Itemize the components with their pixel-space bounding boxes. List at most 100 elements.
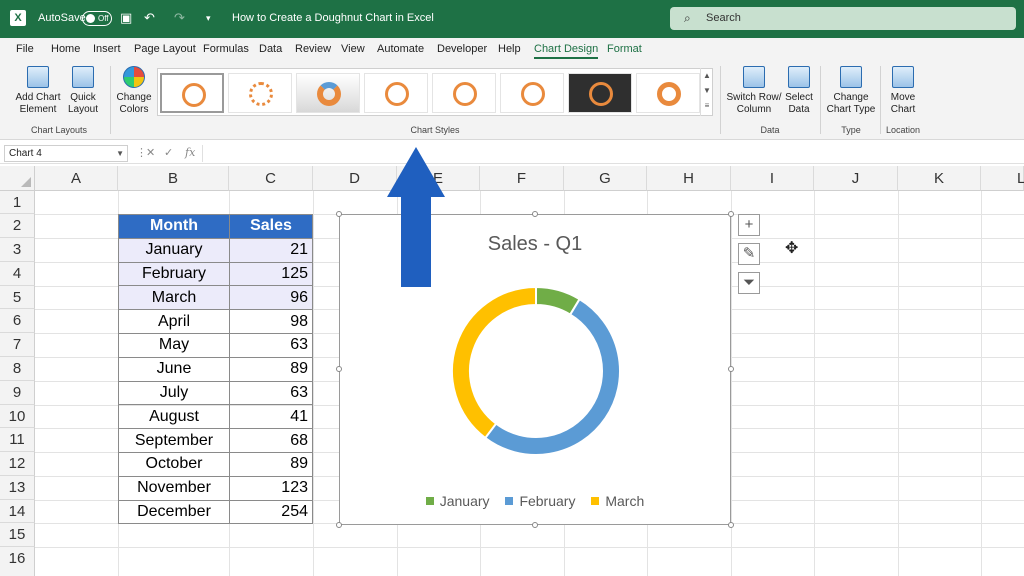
tab-automate[interactable]: Automate bbox=[377, 43, 424, 55]
month-cell[interactable]: June bbox=[118, 356, 230, 382]
month-cell[interactable]: March bbox=[118, 285, 230, 311]
document-title[interactable]: How to Create a Doughnut Chart in Excel bbox=[232, 12, 434, 24]
sales-cell[interactable]: 63 bbox=[229, 380, 313, 406]
row-header[interactable]: 2 bbox=[0, 214, 35, 238]
sales-cell[interactable]: 98 bbox=[229, 309, 313, 334]
undo-icon[interactable]: ↶ bbox=[144, 10, 155, 26]
resize-handle[interactable] bbox=[336, 211, 342, 217]
chart-style-8[interactable] bbox=[636, 73, 700, 113]
chart-styles-button[interactable]: ✎ bbox=[738, 243, 760, 265]
cancel-icon[interactable]: ✕ bbox=[146, 146, 155, 159]
more-styles-icon[interactable]: ≡ bbox=[701, 98, 713, 113]
switch-row-column-button[interactable]: Switch Row/ Column bbox=[726, 66, 782, 116]
tab-developer[interactable]: Developer bbox=[437, 43, 487, 55]
gallery-scroll[interactable]: ▲ ▼ ≡ bbox=[700, 68, 713, 116]
month-cell[interactable]: November bbox=[118, 475, 230, 501]
tab-review[interactable]: Review bbox=[295, 43, 331, 55]
column-header[interactable]: H bbox=[647, 166, 731, 191]
scroll-up-icon[interactable]: ▲ bbox=[701, 68, 713, 83]
month-cell[interactable]: April bbox=[118, 309, 230, 334]
chart-style-5[interactable] bbox=[432, 73, 496, 113]
scroll-down-icon[interactable]: ▼ bbox=[701, 83, 713, 98]
tab-view[interactable]: View bbox=[341, 43, 365, 55]
chart-style-1[interactable] bbox=[160, 73, 224, 113]
row-header[interactable]: 14 bbox=[0, 500, 35, 523]
save-icon[interactable]: ▣ bbox=[120, 10, 132, 26]
month-cell[interactable]: May bbox=[118, 332, 230, 358]
table-header-month[interactable]: Month bbox=[118, 214, 230, 239]
tab-insert[interactable]: Insert bbox=[93, 43, 121, 55]
resize-handle[interactable] bbox=[336, 522, 342, 528]
chart-legend[interactable]: January February March bbox=[340, 493, 730, 509]
row-header[interactable]: 15 bbox=[0, 523, 35, 547]
change-chart-type-button[interactable]: Change Chart Type bbox=[826, 66, 876, 116]
row-header[interactable]: 12 bbox=[0, 452, 35, 476]
column-header[interactable]: I bbox=[731, 166, 814, 191]
chart-style-3[interactable] bbox=[296, 73, 360, 113]
month-cell[interactable]: October bbox=[118, 451, 230, 477]
row-header[interactable]: 10 bbox=[0, 405, 35, 428]
formula-input[interactable] bbox=[202, 145, 1020, 162]
sales-cell[interactable]: 125 bbox=[229, 261, 313, 287]
month-cell[interactable]: July bbox=[118, 380, 230, 406]
month-cell[interactable]: January bbox=[118, 237, 230, 263]
tab-data[interactable]: Data bbox=[259, 43, 282, 55]
customize-toolbar-icon[interactable]: ▾ bbox=[206, 13, 211, 24]
enter-icon[interactable]: ✓ bbox=[164, 146, 173, 159]
add-chart-element-button[interactable]: Add Chart Element bbox=[14, 66, 62, 116]
tab-file[interactable]: File bbox=[16, 43, 34, 55]
resize-handle[interactable] bbox=[728, 211, 734, 217]
chart-style-6[interactable] bbox=[500, 73, 564, 113]
chart-style-7[interactable] bbox=[568, 73, 632, 113]
table-header-sales[interactable]: Sales bbox=[229, 214, 313, 239]
column-header[interactable]: A bbox=[35, 166, 118, 191]
sales-cell[interactable]: 89 bbox=[229, 356, 313, 382]
sales-cell[interactable]: 254 bbox=[229, 499, 313, 525]
name-box[interactable]: Chart 4 ▼ bbox=[4, 145, 128, 162]
chart-elements-button[interactable]: + bbox=[738, 214, 760, 236]
quick-layout-button[interactable]: Quick Layout bbox=[64, 66, 102, 116]
resize-handle[interactable] bbox=[336, 366, 342, 372]
row-header[interactable]: 6 bbox=[0, 309, 35, 333]
move-chart-button[interactable]: Move Chart bbox=[886, 66, 920, 116]
row-header[interactable]: 7 bbox=[0, 333, 35, 357]
sales-cell[interactable]: 96 bbox=[229, 285, 313, 311]
row-header[interactable]: 9 bbox=[0, 381, 35, 405]
sales-cell[interactable]: 21 bbox=[229, 237, 313, 263]
row-header[interactable]: 11 bbox=[0, 428, 35, 452]
sales-cell[interactable]: 68 bbox=[229, 428, 313, 453]
month-cell[interactable]: February bbox=[118, 261, 230, 287]
resize-handle[interactable] bbox=[532, 211, 538, 217]
insert-function-icon[interactable]: fx bbox=[185, 146, 195, 159]
tab-format[interactable]: Format bbox=[607, 43, 642, 55]
row-header[interactable]: 16 bbox=[0, 547, 35, 576]
row-header[interactable]: 13 bbox=[0, 476, 35, 500]
chart-filters-button[interactable]: ⏷ bbox=[738, 272, 760, 294]
tab-help[interactable]: Help bbox=[498, 43, 521, 55]
row-header[interactable]: 1 bbox=[0, 191, 35, 214]
column-header[interactable]: L bbox=[981, 166, 1024, 191]
month-cell[interactable]: September bbox=[118, 428, 230, 453]
column-header[interactable]: J bbox=[814, 166, 898, 191]
autosave-toggle[interactable]: Off bbox=[82, 11, 112, 26]
row-header[interactable]: 5 bbox=[0, 286, 35, 309]
column-header[interactable]: F bbox=[480, 166, 564, 191]
column-header[interactable]: K bbox=[898, 166, 981, 191]
redo-icon[interactable]: ↷ bbox=[174, 10, 185, 26]
tab-page-layout[interactable]: Page Layout bbox=[134, 43, 196, 55]
change-colors-button[interactable]: Change Colors bbox=[114, 66, 154, 116]
month-cell[interactable]: August bbox=[118, 404, 230, 430]
month-cell[interactable]: December bbox=[118, 499, 230, 525]
doughnut-slice-march[interactable] bbox=[451, 285, 537, 440]
doughnut-slice-february[interactable] bbox=[483, 297, 621, 456]
row-header[interactable]: 4 bbox=[0, 262, 35, 286]
column-header[interactable]: G bbox=[564, 166, 647, 191]
row-header[interactable]: 3 bbox=[0, 238, 35, 262]
tab-home[interactable]: Home bbox=[51, 43, 80, 55]
column-header[interactable]: B bbox=[118, 166, 229, 191]
resize-handle[interactable] bbox=[728, 522, 734, 528]
resize-handle[interactable] bbox=[728, 366, 734, 372]
sales-cell[interactable]: 123 bbox=[229, 475, 313, 501]
tab-chart-design[interactable]: Chart Design bbox=[534, 43, 599, 59]
row-header[interactable]: 8 bbox=[0, 357, 35, 381]
